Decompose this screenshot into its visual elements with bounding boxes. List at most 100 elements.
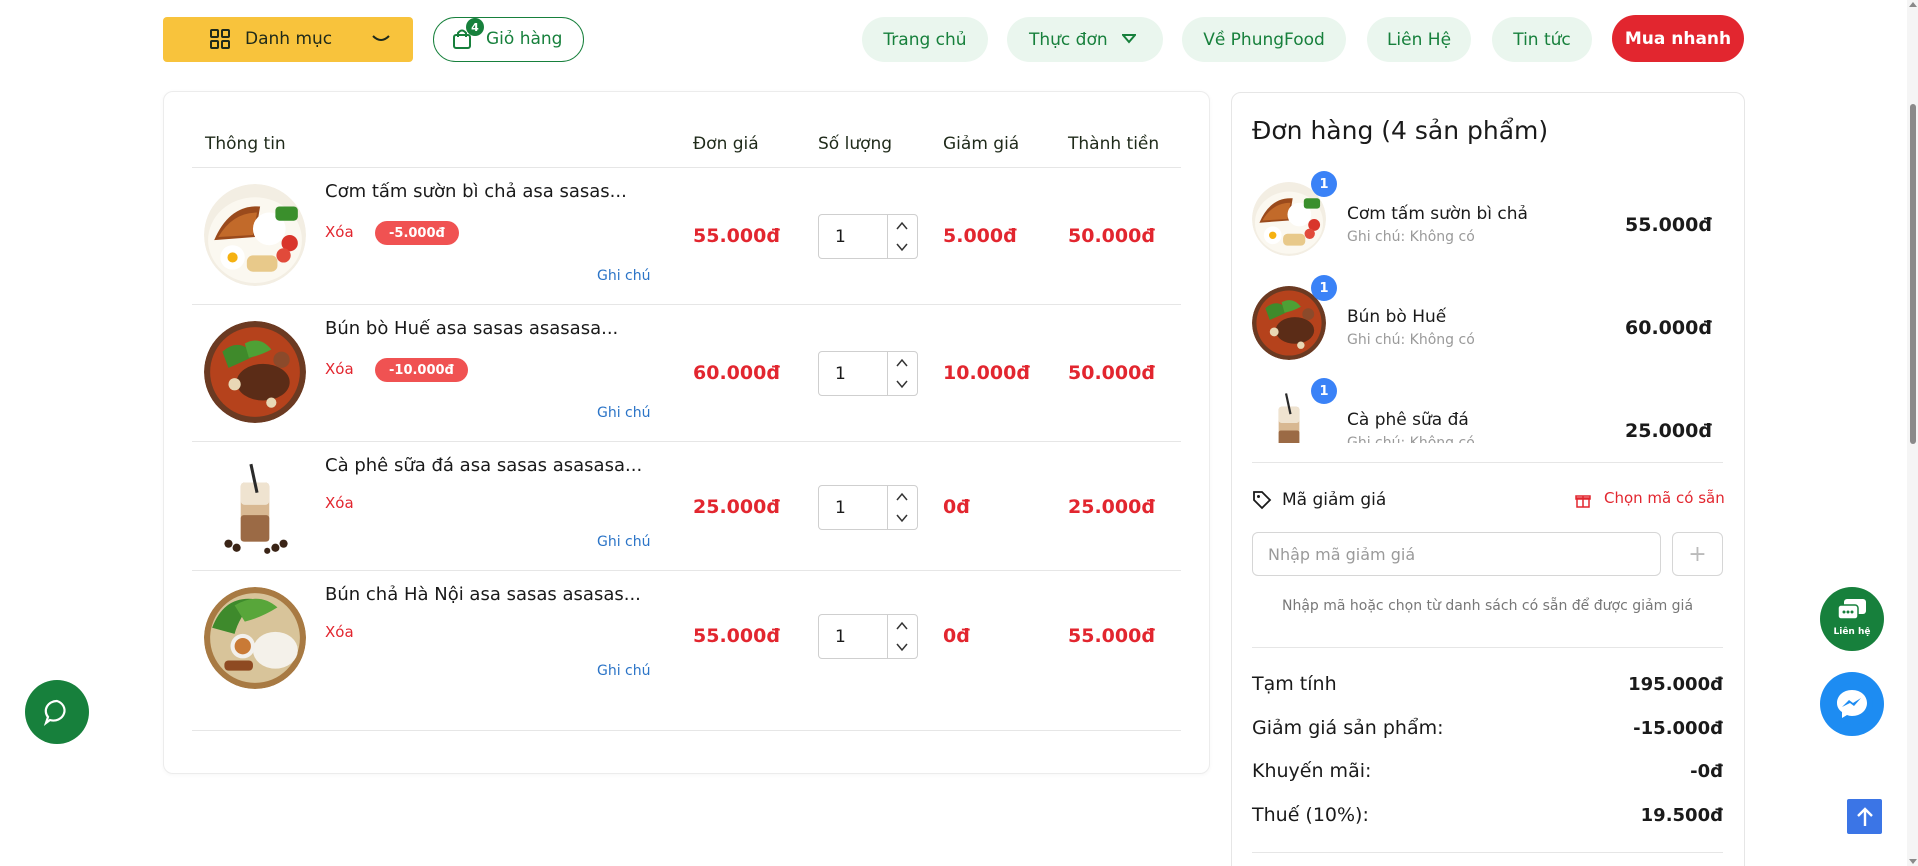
product-image-bun-bo[interactable] <box>204 321 306 423</box>
contact-chat-icon <box>1837 599 1866 620</box>
cart-item-name[interactable]: Bún bò Huế asa sasas asasasa... <box>325 318 618 339</box>
line-total: 50.000đ <box>1068 362 1155 384</box>
messenger-icon <box>1831 683 1873 725</box>
order-item-name: Cà phê sữa đá <box>1347 410 1469 430</box>
back-to-top-button[interactable] <box>1847 799 1882 834</box>
quantity-stepper[interactable]: 1 <box>818 214 918 259</box>
contact-floating-button[interactable]: Liên hệ <box>1820 587 1884 651</box>
coupon-input[interactable] <box>1252 532 1661 576</box>
column-header-discount: Giảm giá <box>943 134 1020 154</box>
chevron-up-icon[interactable] <box>894 490 910 504</box>
top-bar: Danh mục 4 Giỏ hàng Trang chủ Thực đơn V… <box>0 0 1918 80</box>
buy-now-button[interactable]: Mua nhanh <box>1612 15 1744 62</box>
line-total: 25.000đ <box>1068 496 1155 518</box>
quantity-value[interactable]: 1 <box>835 627 846 647</box>
quantity-value[interactable]: 1 <box>835 364 846 384</box>
nav-contact[interactable]: Liên Hệ <box>1367 17 1471 62</box>
contact-floating-label: Liên hệ <box>1833 627 1871 637</box>
nav-news[interactable]: Tin tức <box>1492 17 1592 62</box>
promotion-label: Khuyến mãi: <box>1252 760 1372 782</box>
column-header-info: Thông tin <box>205 134 286 154</box>
product-image-bun-cha[interactable] <box>204 587 306 689</box>
quantity-stepper[interactable]: 1 <box>818 485 918 530</box>
cart-item-name[interactable]: Cà phê sữa đá asa sasas asasasa... <box>325 455 642 476</box>
chevron-down-icon <box>372 35 390 41</box>
chevron-down-icon[interactable] <box>894 377 910 391</box>
category-menu-button[interactable]: Danh mục <box>163 17 413 62</box>
divider <box>1252 462 1723 463</box>
order-item-count-badge: 1 <box>1311 171 1337 197</box>
note-link[interactable]: Ghi chú <box>597 663 651 679</box>
chevron-up-icon[interactable] <box>894 619 910 633</box>
nav-menu[interactable]: Thực đơn <box>1007 17 1163 62</box>
delete-item-link[interactable]: Xóa <box>325 623 354 641</box>
column-header-quantity: Số lượng <box>818 134 893 154</box>
choose-coupon-link[interactable]: Chọn mã có sẵn <box>1604 489 1725 507</box>
discount-amount: 0đ <box>943 496 970 518</box>
divider <box>192 570 1181 571</box>
discount-amount: 0đ <box>943 625 970 647</box>
messenger-button[interactable] <box>1820 672 1884 736</box>
delete-item-link[interactable]: Xóa <box>325 223 354 241</box>
divider <box>1252 852 1723 853</box>
coupon-label: Mã giảm giá <box>1282 490 1387 510</box>
category-label: Danh mục <box>245 29 333 49</box>
unit-price: 55.000đ <box>693 225 780 247</box>
quantity-value[interactable]: 1 <box>835 227 846 247</box>
apply-coupon-button[interactable]: + <box>1672 532 1723 576</box>
product-image-com-tam[interactable] <box>204 184 306 286</box>
order-item-name: Bún bò Huế <box>1347 307 1447 327</box>
cart-count-badge: 4 <box>466 18 484 36</box>
cart-button[interactable]: 4 Giỏ hàng <box>433 17 584 62</box>
chat-bubble-icon <box>43 699 66 726</box>
nav-home[interactable]: Trang chủ <box>862 17 988 62</box>
chevron-up-icon[interactable] <box>894 356 910 370</box>
coupon-hint: Nhập mã hoặc chọn từ danh sách có sẵn để… <box>1281 598 1694 614</box>
divider <box>192 304 1181 305</box>
scroll-down-arrow[interactable] <box>1909 859 1917 864</box>
quantity-stepper[interactable]: 1 <box>818 614 918 659</box>
order-items-list[interactable]: 1 Cơm tấm sườn bì chả Ghi chú: Không có … <box>1240 170 1720 443</box>
note-link[interactable]: Ghi chú <box>597 405 651 421</box>
product-image-ca-phe[interactable] <box>204 458 306 560</box>
chat-button[interactable] <box>25 680 89 744</box>
scroll-up-arrow[interactable] <box>1909 2 1917 7</box>
chevron-down-icon[interactable] <box>894 511 910 525</box>
divider <box>192 167 1181 168</box>
subtotal-value: 195.000đ <box>1628 674 1723 695</box>
cart-item-name[interactable]: Cơm tấm sườn bì chả asa sasas... <box>325 181 627 202</box>
grid-icon <box>210 29 230 49</box>
subtotal-label: Tạm tính <box>1252 673 1337 695</box>
order-item-count-badge: 1 <box>1311 378 1337 404</box>
page-scrollbar[interactable] <box>1907 0 1918 866</box>
chevron-down-icon[interactable] <box>894 240 910 254</box>
quantity-stepper[interactable]: 1 <box>818 351 918 396</box>
unit-price: 55.000đ <box>693 625 780 647</box>
note-link[interactable]: Ghi chú <box>597 534 651 550</box>
arrow-up-icon <box>1856 806 1873 826</box>
cart-item-name[interactable]: Bún chả Hà Nội asa sasas asasas... <box>325 584 641 605</box>
order-item-price: 55.000đ <box>1625 214 1712 236</box>
line-total: 50.000đ <box>1068 225 1155 247</box>
chevron-down-icon[interactable] <box>894 640 910 654</box>
tax-value: 19.500đ <box>1640 805 1723 826</box>
unit-price: 60.000đ <box>693 362 780 384</box>
cart-label: Giỏ hàng <box>486 29 563 49</box>
nav-about[interactable]: Về PhungFood <box>1182 17 1346 62</box>
scrollbar-thumb[interactable] <box>1910 104 1916 444</box>
quantity-value[interactable]: 1 <box>835 498 846 518</box>
delete-item-link[interactable]: Xóa <box>325 360 354 378</box>
column-header-unit-price: Đơn giá <box>693 134 759 154</box>
discount-badge: -10.000đ <box>375 358 468 382</box>
divider <box>1252 647 1723 648</box>
column-header-total: Thành tiền <box>1068 134 1160 154</box>
product-discount-label: Giảm giá sản phẩm: <box>1252 717 1444 739</box>
product-discount-value: -15.000đ <box>1633 718 1723 739</box>
unit-price: 25.000đ <box>693 496 780 518</box>
gift-icon[interactable] <box>1575 492 1591 508</box>
chevron-up-icon[interactable] <box>894 219 910 233</box>
divider <box>192 730 1181 731</box>
delete-item-link[interactable]: Xóa <box>325 494 354 512</box>
note-link[interactable]: Ghi chú <box>597 268 651 284</box>
tag-icon <box>1253 491 1272 510</box>
